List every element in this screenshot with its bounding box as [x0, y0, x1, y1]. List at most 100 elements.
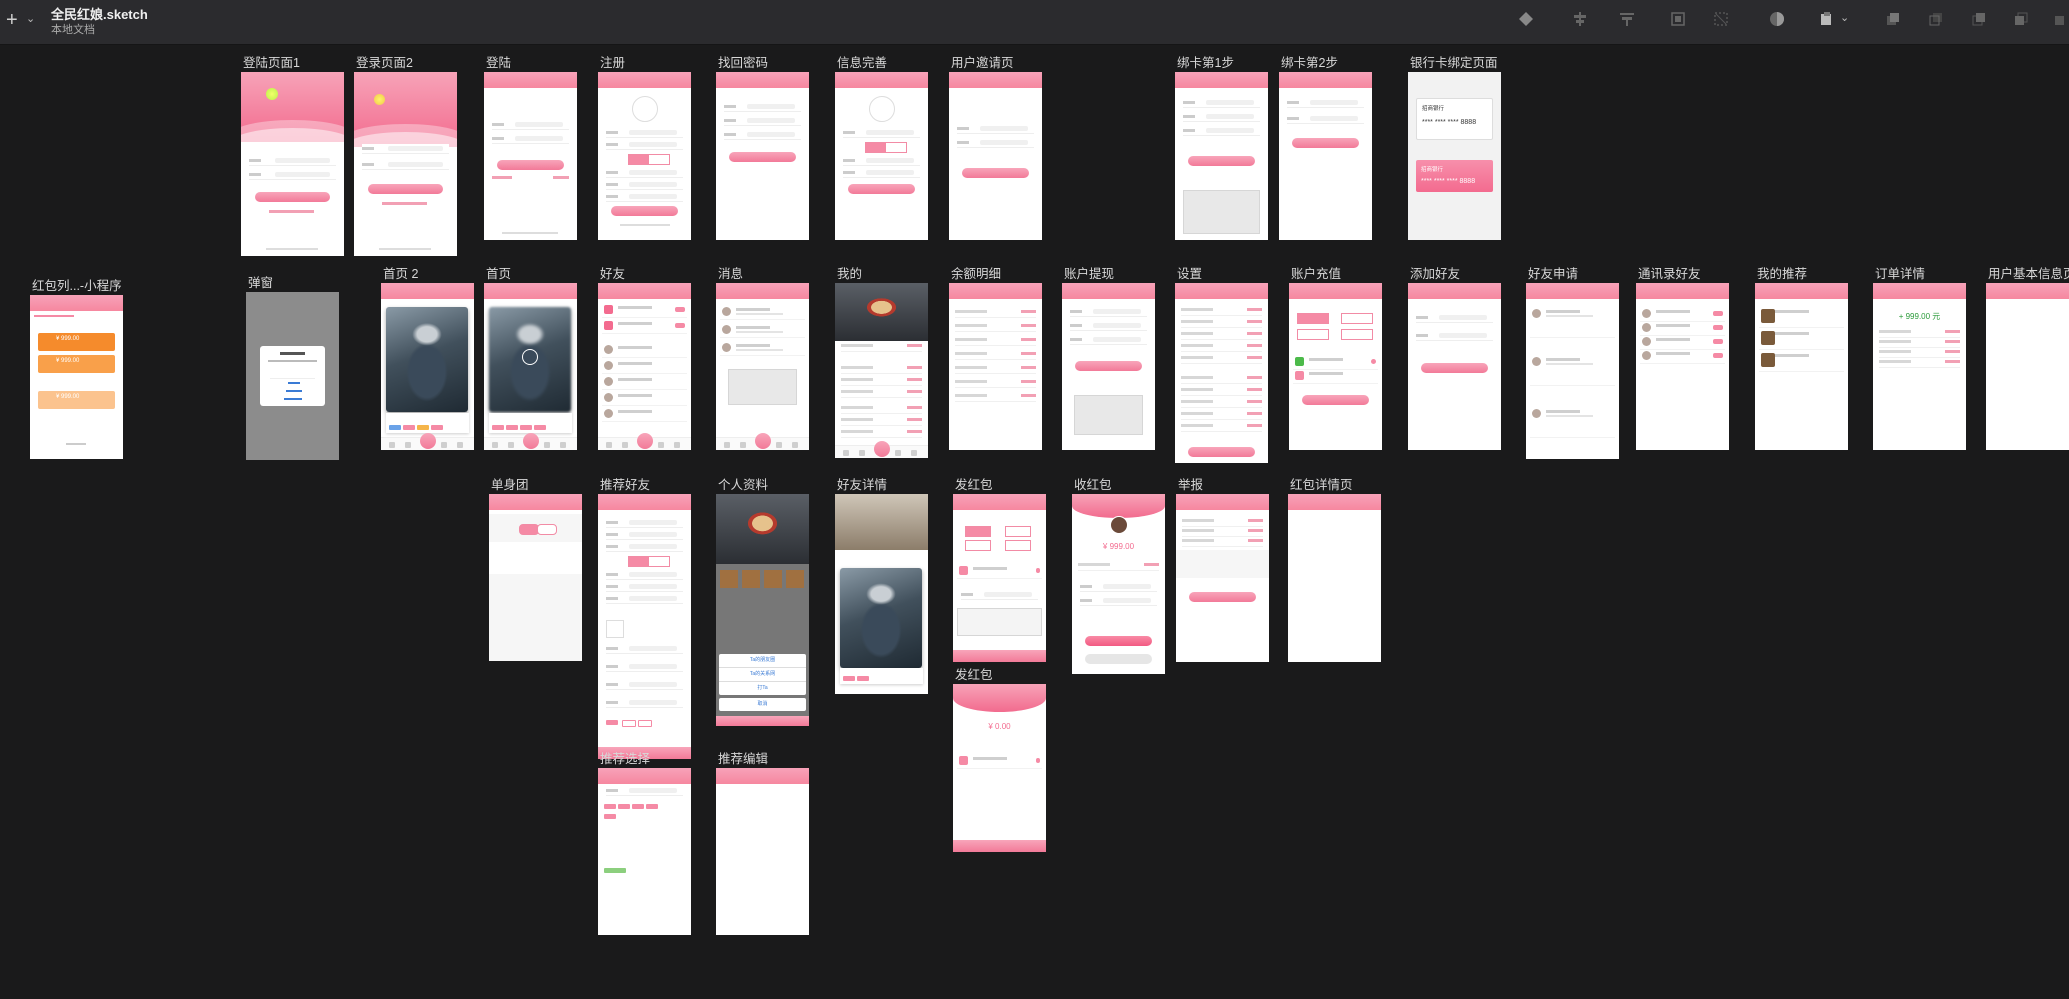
- avatar[interactable]: [1110, 516, 1128, 534]
- artboard-send-redpacket-2[interactable]: 发红包 ¥ 0.00: [953, 668, 1046, 852]
- send-button[interactable]: [953, 840, 1046, 852]
- artboard-bank-card-bind[interactable]: 银行卡绑定页面 招商银行 **** **** **** 8888 招商银行 **…: [1408, 56, 1501, 240]
- artboard-label[interactable]: 首页 2: [383, 263, 418, 282]
- register-button[interactable]: [611, 206, 678, 216]
- forward-icon[interactable]: [1884, 10, 1902, 28]
- sheet-item[interactable]: Ta的朋友圈: [719, 654, 806, 668]
- dialog[interactable]: [260, 346, 325, 406]
- accept-button[interactable]: [962, 168, 1029, 178]
- redpacket-card[interactable]: ¥ 999.00: [38, 333, 115, 351]
- login-button[interactable]: [255, 192, 330, 202]
- sheet-item[interactable]: 打Ta: [719, 682, 806, 695]
- chevron-down-icon[interactable]: ⌄: [1840, 11, 1849, 24]
- artboard-balance-detail[interactable]: 余额明细: [949, 267, 1042, 450]
- submit-button[interactable]: [848, 184, 915, 194]
- action-sheet[interactable]: Ta的朋友圈 Ta的关系网 打Ta 取消: [719, 654, 806, 716]
- artboard-user-basic-info[interactable]: 用户基本信息页: [1986, 267, 2069, 450]
- artboard-messages[interactable]: 消息: [716, 267, 809, 450]
- login-button[interactable]: [497, 160, 564, 170]
- artboard-label[interactable]: 好友: [600, 263, 625, 282]
- artboard-redpacket-detail[interactable]: 红包详情页: [1288, 478, 1381, 662]
- artboard-receive-redpacket[interactable]: 收红包 ¥ 999.00: [1072, 478, 1165, 674]
- artboard-label[interactable]: 弹窗: [248, 272, 273, 291]
- artboard-label[interactable]: 用户邀请页: [951, 52, 1014, 71]
- artboard-recharge[interactable]: 账户充值: [1289, 267, 1382, 450]
- artboard-bind-card-step-1[interactable]: 绑卡第1步: [1175, 56, 1268, 240]
- open-redpacket-button[interactable]: [1085, 636, 1152, 646]
- artboard-label[interactable]: 好友申请: [1528, 263, 1578, 282]
- bank-card[interactable]: 招商银行 **** **** **** 8888: [1416, 98, 1493, 140]
- artboard-bind-card-step-2[interactable]: 绑卡第2步: [1279, 56, 1372, 240]
- withdraw-button[interactable]: [1075, 361, 1142, 371]
- sheet-item[interactable]: Ta的关系网: [719, 668, 806, 682]
- send-button[interactable]: [953, 650, 1046, 662]
- artboard-send-redpacket[interactable]: 发红包: [953, 478, 1046, 662]
- artboard-label[interactable]: 我的: [837, 263, 862, 282]
- artboard-label[interactable]: 余额明细: [951, 263, 1001, 282]
- artboard-recommend-friend[interactable]: 推荐好友: [598, 478, 691, 759]
- artboard-label[interactable]: 绑卡第2步: [1281, 52, 1338, 71]
- artboard-label[interactable]: 用户基本信息页: [1988, 263, 2069, 282]
- artboard-label[interactable]: 绑卡第1步: [1177, 52, 1234, 71]
- artboard-label[interactable]: 红包列...-小程序: [32, 275, 122, 294]
- artboard-home-2[interactable]: 首页 2: [381, 267, 474, 450]
- artboard-label[interactable]: 订单详情: [1875, 263, 1925, 282]
- artboard-label[interactable]: 我的推荐: [1757, 263, 1807, 282]
- confirm-button[interactable]: [729, 152, 796, 162]
- cover-photo[interactable]: [716, 494, 809, 564]
- avatar-placeholder-icon[interactable]: [869, 96, 895, 122]
- artboard-label[interactable]: 发红包: [955, 474, 993, 493]
- artboard-label[interactable]: 单身团: [491, 474, 529, 493]
- artboard-add-friend[interactable]: 添加好友: [1408, 267, 1501, 450]
- artboard-label[interactable]: 推荐选择: [600, 748, 650, 767]
- artboard-mine[interactable]: 我的: [835, 267, 928, 458]
- artboard-label[interactable]: 设置: [1177, 263, 1202, 282]
- artboard-report[interactable]: 举报: [1176, 478, 1269, 662]
- artboard-label[interactable]: 举报: [1178, 474, 1203, 493]
- artboard-label[interactable]: 登陆: [486, 52, 511, 71]
- chevron-down-icon[interactable]: ⌄: [26, 12, 35, 25]
- artboard-home[interactable]: 首页: [484, 267, 577, 450]
- artboard-label[interactable]: 红包详情页: [1290, 474, 1353, 493]
- artboard-label[interactable]: 收红包: [1074, 474, 1112, 493]
- mask-icon[interactable]: [1768, 10, 1786, 28]
- insert-icon[interactable]: [1517, 10, 1535, 28]
- artboard-label[interactable]: 推荐好友: [600, 474, 650, 493]
- lock-icon[interactable]: [522, 349, 538, 365]
- cover-photo[interactable]: [835, 494, 928, 550]
- artboard-find-password[interactable]: 找回密码: [716, 56, 809, 240]
- artboard-label[interactable]: 账户提现: [1064, 263, 1114, 282]
- artboard-register[interactable]: 注册: [598, 56, 691, 240]
- boolean-icon[interactable]: [1818, 10, 1836, 28]
- artboard-label[interactable]: 注册: [600, 52, 625, 71]
- ungroup-icon[interactable]: [1712, 10, 1730, 28]
- artboard-contacts-friends[interactable]: 通讯录好友: [1636, 267, 1729, 450]
- redpacket-card[interactable]: ¥ 999.00: [38, 391, 115, 409]
- add-button[interactable]: [1421, 363, 1488, 373]
- login-button[interactable]: [368, 184, 443, 194]
- artboard-label[interactable]: 推荐编辑: [718, 748, 768, 767]
- artboard-label[interactable]: 银行卡绑定页面: [1410, 52, 1498, 71]
- artboard-settings[interactable]: 设置: [1175, 267, 1268, 463]
- bank-card[interactable]: 招商银行 **** **** **** 8888: [1416, 160, 1493, 192]
- artboard-label[interactable]: 登陆页面1: [243, 52, 300, 71]
- confirm-button[interactable]: [1292, 138, 1359, 148]
- artboard-popup[interactable]: 弹窗: [246, 276, 339, 460]
- artboard-login[interactable]: 登陆: [484, 56, 577, 240]
- avatar-placeholder-icon[interactable]: [632, 96, 658, 122]
- artboard-user-invite[interactable]: 用户邀请页: [949, 56, 1042, 240]
- artboard-friend-detail[interactable]: 好友详情: [835, 478, 928, 694]
- artboard-login-page-1[interactable]: 登陆页面1: [241, 56, 344, 256]
- add-photo-button[interactable]: [606, 620, 624, 638]
- artboard-label[interactable]: 首页: [486, 263, 511, 282]
- artboard-profile[interactable]: 个人资料 Ta的朋友圈 Ta的关系网 打Ta 取消: [716, 478, 809, 726]
- align-icon[interactable]: [1571, 10, 1589, 28]
- artboard-withdraw[interactable]: 账户提现: [1062, 267, 1155, 450]
- redpacket-card[interactable]: ¥ 999.00: [38, 355, 115, 373]
- artboard-recommend-select[interactable]: 推荐选择: [598, 752, 691, 935]
- artboard-singles-group[interactable]: 单身团: [489, 478, 582, 661]
- back-icon[interactable]: [2012, 10, 2030, 28]
- artboard-order-detail[interactable]: 订单详情 + 999.00 元: [1873, 267, 1966, 450]
- artboard-label[interactable]: 登录页面2: [356, 52, 413, 71]
- artboard-label[interactable]: 找回密码: [718, 52, 768, 71]
